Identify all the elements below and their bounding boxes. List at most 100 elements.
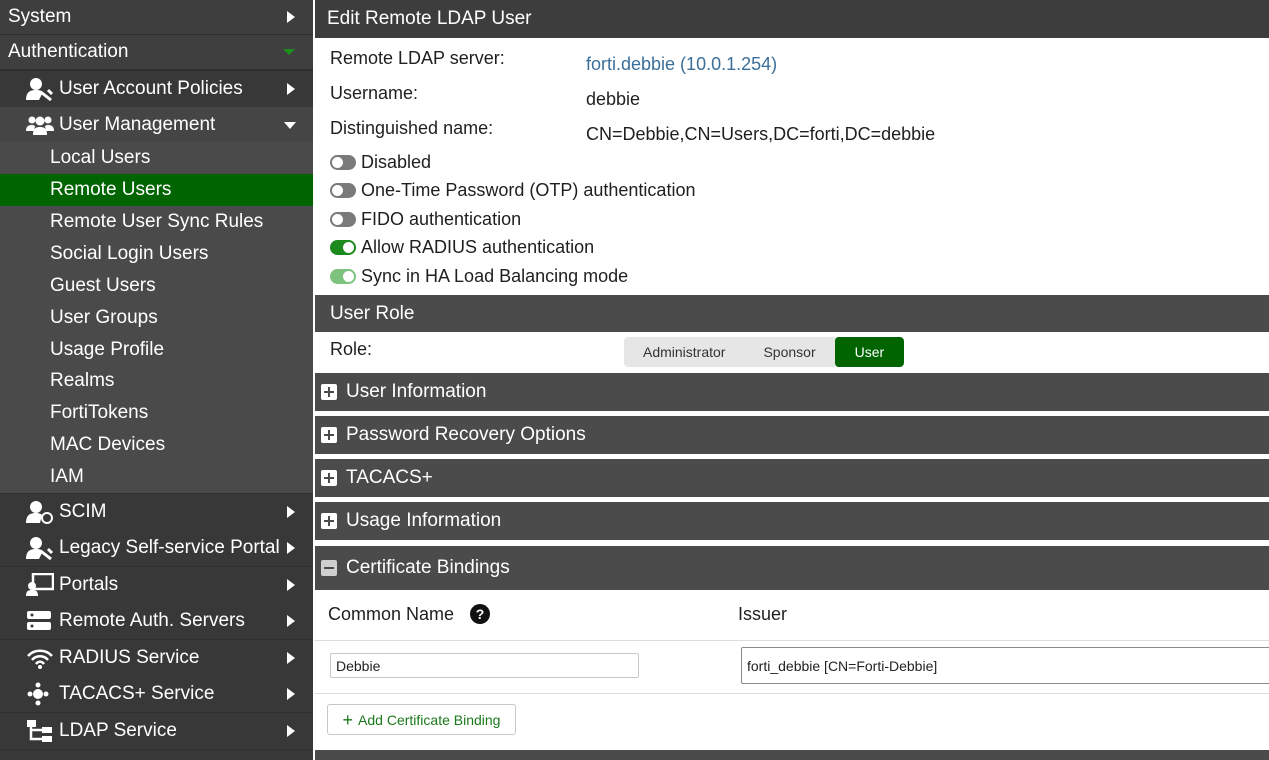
section-tacacs[interactable]: TACACS+ [315,459,1269,497]
help-icon[interactable]: ? [470,604,490,624]
user-wrench-icon [26,77,56,101]
fido-toggle-row[interactable]: FIDO authentication [330,209,521,230]
sidebar-item-remote-auth-servers[interactable]: Remote Auth. Servers [0,603,313,639]
sidebar-item-mac-devices[interactable]: MAC Devices [0,429,313,461]
sidebar-item-label: Guest Users [50,275,156,296]
page-title: Edit Remote LDAP User [315,0,1269,38]
section-title: Password Recovery Options [346,424,586,445]
disabled-toggle[interactable] [330,155,356,170]
chevron-right-icon [287,688,295,700]
collapse-icon [321,560,337,576]
sidebar-item-remote-user-sync-rules[interactable]: Remote User Sync Rules [0,206,313,238]
sidebar-item-label: Local Users [50,147,151,168]
section-title: User Role [330,302,415,324]
sidebar-item-iam[interactable]: IAM [0,461,313,493]
role-option-sponsor[interactable]: Sponsor [744,337,834,367]
distinguished-name-value: CN=Debbie,CN=Users,DC=forti,DC=debbie [586,124,936,144]
distinguished-name-label: Distinguished name: [330,118,494,138]
sidebar-item-label: Realms [50,370,115,391]
sidebar-item-partial [0,750,313,760]
sidebar-item-legacy-self-service-portal[interactable]: Legacy Self-service Portal [0,530,313,566]
network-nodes-icon [26,682,56,706]
role-label: Role: [330,339,373,359]
sidebar-item-label: SCIM [59,501,107,522]
expand-icon [321,470,337,486]
common-name-input[interactable]: Debbie [330,653,639,678]
radius-toggle-row[interactable]: Allow RADIUS authentication [330,237,594,258]
otp-toggle-row[interactable]: One-Time Password (OTP) authentication [330,180,695,201]
sidebar-item-label: User Groups [50,307,158,328]
section-user-information[interactable]: User Information [315,373,1269,411]
sidebar-item-label: Social Login Users [50,243,209,264]
portal-monitor-icon [26,573,56,597]
button-label: Add Certificate Binding [358,711,501,728]
issuer-select[interactable]: forti_debbie [CN=Forti-Debbie] [741,647,1269,684]
section-usage-information[interactable]: Usage Information [315,502,1269,540]
add-certificate-binding-button[interactable]: + Add Certificate Binding [327,704,516,735]
sidebar-item-radius-service[interactable]: RADIUS Service [0,640,313,676]
directory-tree-icon [26,719,56,743]
sidebar-item-fortitokens[interactable]: FortiTokens [0,397,313,429]
chevron-down-icon [284,121,296,129]
sidebar-item-social-login-users[interactable]: Social Login Users [0,238,313,270]
section-password-recovery[interactable]: Password Recovery Options [315,416,1269,454]
sidebar-item-user-account-policies[interactable]: User Account Policies [0,71,313,107]
sidebar-item-label: Usage Profile [50,339,165,360]
disabled-toggle-row[interactable]: Disabled [330,152,431,173]
users-icon [26,113,56,137]
sidebar-item-label: FortiTokens [50,402,149,423]
user-wrench-icon [26,536,56,560]
sidebar-item-tacacs-service[interactable]: TACACS+ Service [0,676,313,712]
toggle-label: Sync in HA Load Balancing mode [361,266,629,286]
sidebar-item-user-groups[interactable]: User Groups [0,302,313,334]
chevron-right-icon [287,725,295,737]
table-row: Debbie forti_debbie [CN=Forti-Debbie] [315,642,1269,694]
sidebar-item-label: Portals [59,574,119,595]
sidebar-item-ldap-service[interactable]: LDAP Service [0,713,313,749]
sidebar-item-usage-profile[interactable]: Usage Profile [0,334,313,366]
sidebar-item-label: Remote User Sync Rules [50,211,264,232]
role-selector: Administrator Sponsor User [624,337,905,367]
chevron-right-icon [287,542,295,554]
main-panel: Edit Remote LDAP User Remote LDAP server… [315,0,1269,760]
expand-icon [321,513,337,529]
radius-toggle[interactable] [330,240,356,255]
remote-ldap-server-link[interactable]: forti.debbie (10.0.1.254) [586,54,777,75]
chevron-right-icon [287,83,295,95]
sidebar-item-label: User Account Policies [59,78,243,99]
expand-icon [321,427,337,443]
sidebar-item-label: MAC Devices [50,434,166,455]
fido-toggle[interactable] [330,212,356,227]
ha-sync-toggle[interactable] [330,269,356,284]
ha-sync-toggle-row[interactable]: Sync in HA Load Balancing mode [330,266,628,287]
section-certificate-bindings[interactable]: Certificate Bindings [315,546,1269,590]
sidebar-item-portals[interactable]: Portals [0,567,313,603]
role-option-administrator[interactable]: Administrator [624,337,744,367]
sidebar-item-label: Legacy Self-service Portal [59,537,280,558]
sidebar-item-local-users[interactable]: Local Users [0,142,313,174]
chevron-right-icon [287,506,295,518]
sidebar-item-authentication[interactable]: Authentication [0,35,313,69]
sidebar-item-label: Remote Users [50,179,172,200]
sidebar-item-scim[interactable]: SCIM [0,494,313,530]
plus-icon: + [342,709,354,730]
sidebar-item-realms[interactable]: Realms [0,365,313,397]
toggle-label: FIDO authentication [361,209,522,229]
chevron-right-icon [287,652,295,664]
page-title-text: Edit Remote LDAP User [327,8,532,29]
sidebar-item-guest-users[interactable]: Guest Users [0,270,313,302]
section-partial-bar [315,750,1269,760]
section-title: Usage Information [346,510,502,531]
username-label: Username: [330,83,419,103]
toggle-label: Disabled [361,152,432,172]
sidebar-item-user-management[interactable]: User Management [0,107,313,143]
role-option-user[interactable]: User [834,337,905,367]
sidebar: System Authentication User Account Polic… [0,0,313,760]
section-title: Certificate Bindings [346,557,510,578]
remote-ldap-server-label: Remote LDAP server: [330,48,505,68]
sidebar-item-label: RADIUS Service [59,647,200,668]
sidebar-item-remote-users[interactable]: Remote Users [0,174,313,206]
sidebar-item-system[interactable]: System [0,0,313,34]
otp-toggle[interactable] [330,183,356,198]
sidebar-item-label: User Management [59,114,216,135]
